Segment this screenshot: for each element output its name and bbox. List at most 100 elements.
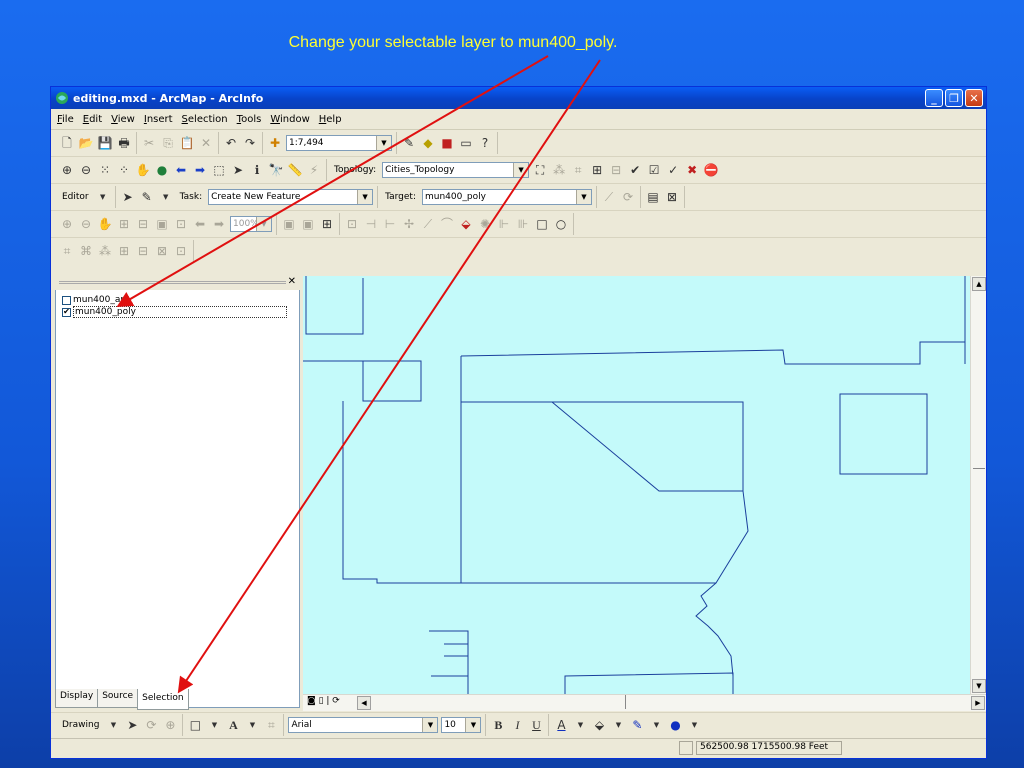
edit-tool-icon[interactable]: ➤ [120, 189, 136, 205]
whats-this-icon[interactable]: ? [477, 135, 493, 151]
zoom-to-selected-icon[interactable]: ⊕ [162, 717, 178, 733]
error-fix-icon[interactable]: ✖ [684, 162, 700, 178]
rotate-tool-icon[interactable]: ⟳ [620, 189, 636, 205]
rectangle-tool-icon[interactable]: □ [534, 216, 550, 232]
error-check-icon[interactable]: ✓ [665, 162, 681, 178]
chevron-down-icon[interactable]: ▼ [576, 190, 591, 204]
copy-parallel-icon[interactable]: ⊩ [496, 216, 512, 232]
chevron-down-icon[interactable]: ▼ [513, 163, 529, 177]
chevron-down-icon[interactable]: ▼ [686, 717, 702, 733]
topology-edit-icon[interactable]: ⁂ [551, 162, 567, 178]
command-line-icon[interactable]: ▭ [458, 135, 474, 151]
measure-icon[interactable]: 📏 [287, 162, 303, 178]
vertical-scrollbar[interactable]: ▲ ▼ [970, 276, 986, 694]
chevron-down-icon[interactable]: ▼ [158, 189, 174, 205]
menu-file[interactable]: File [57, 114, 74, 125]
restore-button[interactable]: ❐ [945, 89, 963, 107]
new-displacement-link-icon[interactable]: ⌗ [59, 243, 75, 259]
menu-tools[interactable]: Tools [237, 114, 262, 125]
underline-button[interactable]: U [528, 717, 544, 733]
chevron-down-icon[interactable]: ▼ [256, 217, 271, 231]
add-data-icon[interactable]: ✚ [267, 135, 283, 151]
identity-link-icon[interactable]: ⊞ [116, 243, 132, 259]
full-page-icon[interactable]: ▣ [154, 216, 170, 232]
change-layout-icon[interactable]: ⊞ [319, 216, 335, 232]
minimize-button[interactable]: _ [925, 89, 943, 107]
redo-icon[interactable]: ↷ [242, 135, 258, 151]
find-icon[interactable]: 🔭 [268, 162, 284, 178]
topology-modify-icon[interactable]: ⌗ [570, 162, 586, 178]
font-color-icon[interactable]: A [553, 717, 569, 733]
scroll-thumb[interactable] [625, 695, 626, 709]
close-button[interactable]: ✕ [965, 89, 983, 107]
save-icon[interactable]: 💾 [97, 135, 113, 151]
editor-toolbar-icon[interactable]: ✎ [401, 135, 417, 151]
zoom-out-icon[interactable]: ⊖ [78, 162, 94, 178]
smooth-icon[interactable]: ⌒ [439, 216, 455, 232]
map-scale-combo[interactable]: 1:7,494 ▼ [286, 135, 392, 151]
chevron-down-icon[interactable]: ▼ [244, 717, 260, 733]
chevron-down-icon[interactable]: ▼ [105, 717, 121, 733]
select-elements-icon[interactable]: ➤ [230, 162, 246, 178]
identify-icon[interactable]: ℹ [249, 162, 265, 178]
tab-source[interactable]: Source [97, 689, 139, 708]
zoom-page-out-icon[interactable]: ⊖ [78, 216, 94, 232]
chevron-down-icon[interactable]: ▼ [422, 718, 438, 732]
modify-link-icon[interactable]: ⌘ [78, 243, 94, 259]
error-report-icon[interactable]: ⛔ [703, 162, 719, 178]
layer-mun400-ara[interactable]: mun400_ara [62, 295, 130, 305]
chevron-down-icon[interactable]: ▼ [572, 717, 588, 733]
split-tool-icon[interactable]: ⟋ [601, 189, 617, 205]
cut-icon[interactable]: ✂ [141, 135, 157, 151]
circle-tool-icon[interactable]: ○ [553, 216, 569, 232]
page-forward-icon[interactable]: ➡ [211, 216, 227, 232]
fixed-zoom-in-icon[interactable]: ⁙ [97, 162, 113, 178]
scroll-up-button[interactable]: ▲ [972, 277, 986, 291]
data-view-icon[interactable]: ◙ ▯ | ⟳ [307, 696, 340, 706]
line-intersection-icon[interactable]: ✢ [401, 216, 417, 232]
pan-page-icon[interactable]: ✋ [97, 216, 113, 232]
coverage-edit-icon[interactable]: ⊡ [344, 216, 360, 232]
menu-window[interactable]: Window [270, 114, 309, 125]
rotate-icon[interactable]: ⟳ [143, 717, 159, 733]
limited-adjustment-icon[interactable]: ⊟ [135, 243, 151, 259]
full-extent-icon[interactable]: ● [154, 162, 170, 178]
chevron-down-icon[interactable]: ▼ [95, 189, 111, 205]
target-combo[interactable]: mun400_poly ▼ [422, 189, 592, 205]
chevron-down-icon[interactable]: ▼ [465, 718, 481, 732]
pan-icon[interactable]: ✋ [135, 162, 151, 178]
topology-validate-icon[interactable]: ⊞ [589, 162, 605, 178]
forward-arrow-icon[interactable]: ➡ [192, 162, 208, 178]
extend-icon[interactable]: ⊢ [382, 216, 398, 232]
scroll-left-button[interactable]: ◀ [357, 696, 371, 710]
rectangle-icon[interactable]: □ [187, 717, 203, 733]
close-icon[interactable]: ✕ [288, 276, 296, 287]
scroll-down-button[interactable]: ▼ [972, 679, 986, 693]
arctoolbox-icon[interactable]: ■ [439, 135, 455, 151]
sketch-properties-icon[interactable]: ⊠ [664, 189, 680, 205]
copy-icon[interactable]: ⎘ [160, 135, 176, 151]
editor-menu[interactable]: Editor [62, 192, 89, 202]
chevron-down-icon[interactable]: ▼ [206, 717, 222, 733]
chevron-down-icon[interactable]: ▼ [648, 717, 664, 733]
map-display[interactable] [303, 276, 970, 694]
attributes-icon[interactable]: ▤ [645, 189, 661, 205]
new-document-icon[interactable]: 🗋 [59, 135, 75, 151]
layer-checkbox[interactable] [62, 295, 71, 305]
multiple-links-icon[interactable]: ⁂ [97, 243, 113, 259]
menu-help[interactable]: Help [319, 114, 342, 125]
focus-frame-icon[interactable]: ▣ [300, 216, 316, 232]
chevron-down-icon[interactable]: ▼ [610, 717, 626, 733]
scroll-right-button[interactable]: ▶ [971, 696, 985, 710]
menu-insert[interactable]: Insert [144, 114, 173, 125]
open-folder-icon[interactable]: 📂 [78, 135, 94, 151]
generalize-icon[interactable]: ⟋ [420, 216, 436, 232]
edge-match-icon[interactable]: ⊠ [154, 243, 170, 259]
tab-selection[interactable]: Selection [137, 689, 189, 710]
tab-display[interactable]: Display [55, 689, 99, 708]
topology-combo[interactable]: Cities_Topology ▼ [382, 162, 530, 178]
hyperlink-icon[interactable]: ⚡ [306, 162, 322, 178]
back-arrow-icon[interactable]: ⬅ [173, 162, 189, 178]
menu-edit[interactable]: Edit [83, 114, 102, 125]
zoom-in-icon[interactable]: ⊕ [59, 162, 75, 178]
